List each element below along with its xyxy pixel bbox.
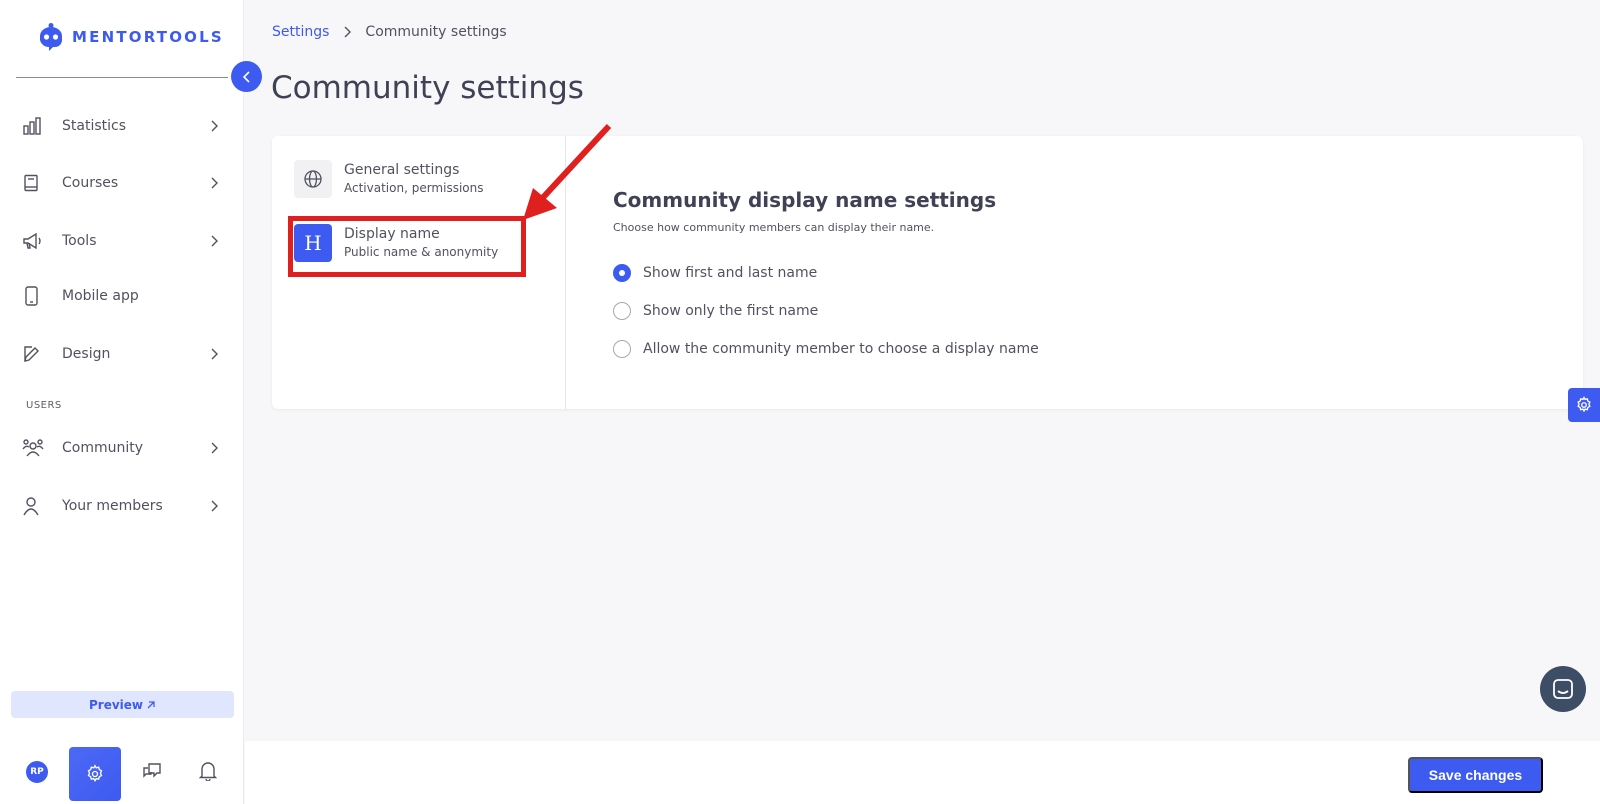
save-changes-button[interactable]: Save changes <box>1408 757 1543 793</box>
sidebar-item-mobile-app[interactable]: Mobile app <box>22 280 222 312</box>
chat-launcher-button[interactable] <box>1540 666 1586 712</box>
sidebar-bottom-bar: RP <box>0 744 244 804</box>
settings-menu-display-name[interactable]: H Display name Public name & anonymity <box>294 219 534 267</box>
sidebar-item-label: Your members <box>62 498 163 514</box>
heading-icon: H <box>294 224 332 262</box>
menu-title: Display name <box>344 226 440 242</box>
chevron-right-icon <box>206 346 222 362</box>
footer-bar <box>245 741 1600 804</box>
menu-subtitle: Activation, permissions <box>344 181 484 195</box>
sidebar-item-statistics[interactable]: Statistics <box>22 110 222 142</box>
sidebar-item-label: Design <box>62 346 111 362</box>
sidebar-item-courses[interactable]: Courses <box>22 167 222 199</box>
sidebar-item-label: Community <box>62 440 144 456</box>
sidebar-item-label: Courses <box>62 175 119 191</box>
bell-icon <box>199 762 217 781</box>
collapse-sidebar-button[interactable] <box>231 61 262 92</box>
chevron-right-icon <box>206 233 222 249</box>
page-title: Community settings <box>271 70 584 106</box>
sidebar-item-tools[interactable]: Tools <box>22 225 222 257</box>
radio-option-first-only[interactable]: Show only the first name <box>613 302 818 320</box>
user-icon <box>22 495 48 517</box>
phone-icon <box>22 285 48 307</box>
external-link-icon <box>147 700 155 708</box>
sidebar-item-community[interactable]: Community <box>22 432 222 464</box>
preview-button[interactable]: Preview <box>11 691 234 718</box>
menu-subtitle: Public name & anonymity <box>344 245 499 259</box>
book-icon <box>22 172 48 194</box>
sidebar-item-your-members[interactable]: Your members <box>22 490 222 522</box>
gear-icon <box>87 764 103 783</box>
logo[interactable]: MENTORTOOLS <box>36 22 224 52</box>
chevron-left-icon <box>242 70 250 83</box>
radio-option-first-last[interactable]: Show first and last name <box>613 264 817 282</box>
section-subtitle: Choose how community members can display… <box>613 221 935 234</box>
settings-button[interactable] <box>69 747 121 801</box>
floating-settings-button[interactable] <box>1568 388 1600 422</box>
globe-icon <box>294 160 332 198</box>
bar-chart-icon <box>22 115 48 137</box>
sidebar-item-design[interactable]: Design <box>22 338 222 370</box>
chevron-right-icon <box>206 175 222 191</box>
settings-menu-general[interactable]: General settings Activation, permissions <box>294 155 534 203</box>
chevron-right-icon <box>344 26 352 38</box>
menu-title: General settings <box>344 162 460 178</box>
radio-label: Show first and last name <box>643 265 818 281</box>
notifications-button[interactable] <box>196 759 220 783</box>
chat-bubbles-icon <box>143 763 161 778</box>
radio-option-custom[interactable]: Allow the community member to choose a d… <box>613 340 1039 358</box>
gear-icon <box>1577 396 1591 413</box>
settings-card: General settings Activation, permissions… <box>272 136 1583 409</box>
radio-button-checked[interactable] <box>613 264 631 282</box>
card-divider <box>565 136 566 409</box>
sidebar-item-label: Tools <box>62 233 97 249</box>
breadcrumb-current: Community settings <box>365 24 507 40</box>
chevron-right-icon <box>206 440 222 456</box>
chat-icon <box>1553 679 1573 699</box>
megaphone-icon <box>22 230 48 252</box>
breadcrumb: Settings Community settings <box>272 24 507 40</box>
preview-label: Preview <box>88 697 143 712</box>
people-icon <box>22 437 48 459</box>
breadcrumb-settings-link[interactable]: Settings <box>272 24 329 40</box>
sidebar-item-label: Mobile app <box>62 288 139 304</box>
avatar[interactable]: RP <box>26 761 48 783</box>
chevron-right-icon <box>206 118 222 134</box>
radio-label: Show only the first name <box>643 303 819 319</box>
section-title: Community display name settings <box>613 188 997 212</box>
robot-logo-icon <box>40 23 62 51</box>
chevron-right-icon <box>206 498 222 514</box>
brand-name: MENTORTOOLS <box>72 28 224 46</box>
radio-label: Allow the community member to choose a d… <box>643 341 1039 357</box>
sidebar-divider <box>16 77 228 78</box>
radio-button[interactable] <box>613 302 631 320</box>
radio-button[interactable] <box>613 340 631 358</box>
sidebar: MENTORTOOLS Statistics Courses Tools Mob… <box>0 0 244 804</box>
section-label-users: USERS <box>26 400 62 411</box>
sidebar-item-label: Statistics <box>62 118 126 134</box>
messages-button[interactable] <box>140 759 164 783</box>
pencil-icon <box>22 343 48 365</box>
